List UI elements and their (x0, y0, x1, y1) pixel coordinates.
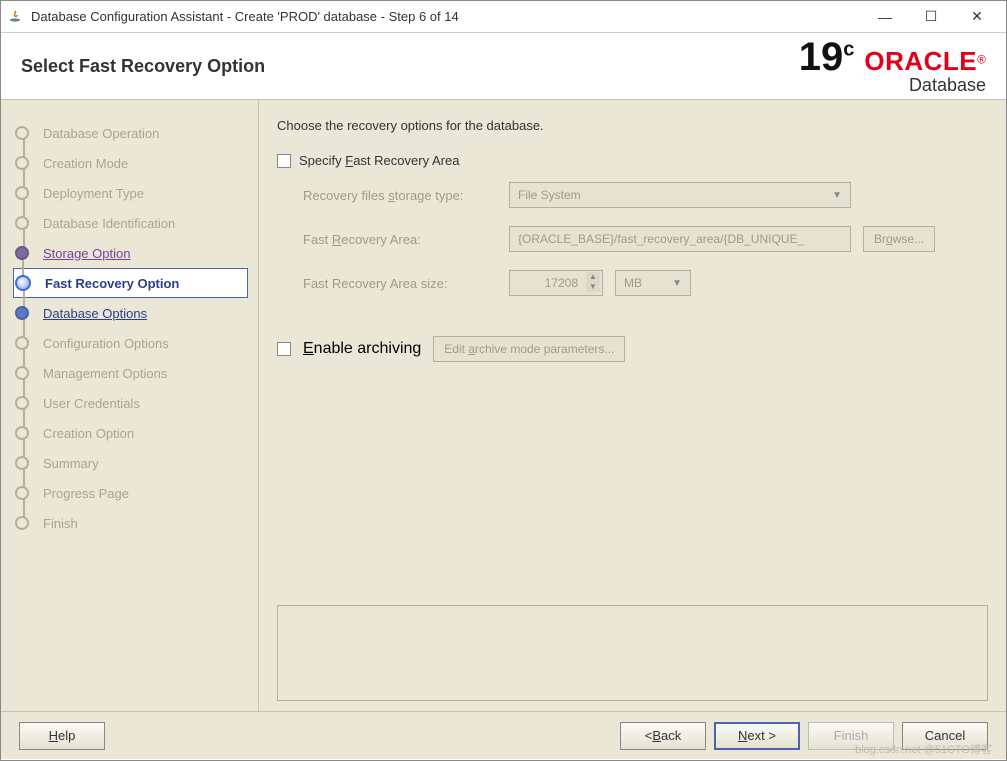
wizard-step-creation-option: Creation Option (15, 418, 248, 448)
step-bullet-icon (15, 396, 29, 410)
wizard-step-configuration-options: Configuration Options (15, 328, 248, 358)
wizard-sidebar: Database Operation Creation Mode Deploymen… (1, 100, 259, 711)
wizard-step-database-operation: Database Operation (15, 118, 248, 148)
step-label: Fast Recovery Option (45, 276, 179, 291)
specify-fra-label: Specify Fast Recovery Area (299, 153, 459, 168)
fra-size-label: Fast Recovery Area size: (303, 276, 509, 291)
fra-settings: Recovery files storage type: File System… (277, 168, 988, 324)
step-bullet-icon (15, 126, 29, 140)
instruction-text: Choose the recovery options for the data… (277, 118, 988, 133)
enable-archiving-row: Enable archiving Edit archive mode param… (277, 336, 988, 362)
oracle-logo: ORACLE® Database (864, 48, 986, 96)
finish-button[interactable]: Finish (808, 722, 894, 750)
browse-button[interactable]: Browse... (863, 226, 935, 252)
spinner-up-icon[interactable]: ▲ (586, 272, 600, 282)
step-label: Progress Page (43, 486, 129, 501)
step-label: Storage Option (43, 246, 130, 261)
message-area (277, 605, 988, 701)
spinner-down-icon[interactable]: ▼ (586, 282, 600, 292)
step-label: Summary (43, 456, 99, 471)
step-label: Database Identification (43, 216, 175, 231)
step-bullet-icon (15, 486, 29, 500)
step-label: Creation Option (43, 426, 134, 441)
window-title: Database Configuration Assistant - Creat… (31, 9, 862, 24)
step-bullet-icon (15, 426, 29, 440)
storage-type-label: Recovery files storage type: (303, 188, 509, 203)
close-button[interactable]: ✕ (954, 3, 1000, 31)
step-bullet-icon (15, 366, 29, 380)
step-bullet-icon (15, 275, 31, 291)
step-bullet-icon (15, 516, 29, 530)
edit-archive-params-button[interactable]: Edit archive mode parameters... (433, 336, 625, 362)
enable-archiving-label: Enable archiving (303, 340, 421, 358)
back-button[interactable]: < Back (620, 722, 706, 750)
step-label: User Credentials (43, 396, 140, 411)
enable-archiving-checkbox[interactable] (277, 342, 291, 356)
window-controls: — ☐ ✕ (862, 3, 1000, 31)
wizard-step-creation-mode: Creation Mode (15, 148, 248, 178)
cancel-button[interactable]: Cancel (902, 722, 988, 750)
step-label: Database Options (43, 306, 147, 321)
chevron-down-icon: ▼ (672, 278, 682, 289)
wizard-step-storage-option[interactable]: Storage Option (15, 238, 248, 268)
spinner-controls: ▲ ▼ (586, 272, 600, 292)
wizard-step-fast-recovery-option[interactable]: Fast Recovery Option (13, 268, 248, 298)
page-title: Select Fast Recovery Option (21, 56, 265, 77)
header: Select Fast Recovery Option 19c ORACLE® … (1, 33, 1006, 99)
step-label: Deployment Type (43, 186, 144, 201)
fra-path-input[interactable]: {ORACLE_BASE}/fast_recovery_area/{DB_UNI… (509, 226, 851, 252)
wizard-step-user-credentials: User Credentials (15, 388, 248, 418)
wizard-step-management-options: Management Options (15, 358, 248, 388)
wizard-step-database-options[interactable]: Database Options (15, 298, 248, 328)
wizard-step-database-identification: Database Identification (15, 208, 248, 238)
version-number: 19c (799, 37, 855, 77)
step-bullet-icon (15, 306, 29, 320)
maximize-button[interactable]: ☐ (908, 3, 954, 31)
fra-size-spinner[interactable]: 17208 ▲ ▼ (509, 270, 603, 296)
help-button[interactable]: Help (19, 722, 105, 750)
step-bullet-icon (15, 456, 29, 470)
fra-size-unit-select[interactable]: MB ▼ (615, 270, 691, 296)
wizard-step-summary: Summary (15, 448, 248, 478)
wizard-step-finish: Finish (15, 508, 248, 538)
step-label: Creation Mode (43, 156, 128, 171)
storage-type-select[interactable]: File System ▼ (509, 182, 851, 208)
specify-fra-checkbox[interactable] (277, 154, 291, 168)
step-label: Finish (43, 516, 78, 531)
java-app-icon (7, 9, 23, 25)
wizard-step-progress-page: Progress Page (15, 478, 248, 508)
specify-fra-option[interactable]: Specify Fast Recovery Area (277, 153, 988, 168)
step-bullet-icon (15, 156, 29, 170)
step-bullet-icon (15, 336, 29, 350)
step-label: Configuration Options (43, 336, 169, 351)
step-label: Database Operation (43, 126, 159, 141)
title-bar: Database Configuration Assistant - Creat… (1, 1, 1006, 33)
content-panel: Choose the recovery options for the data… (259, 100, 1006, 711)
brand-logo: 19c ORACLE® Database (799, 37, 986, 96)
wizard-footer: Help < Back Next > Finish Cancel blog.cs… (1, 711, 1006, 759)
step-label: Management Options (43, 366, 167, 381)
step-bullet-icon (15, 246, 29, 260)
step-bullet-icon (15, 216, 29, 230)
step-bullet-icon (15, 186, 29, 200)
wizard-step-deployment-type: Deployment Type (15, 178, 248, 208)
next-button[interactable]: Next > (714, 722, 800, 750)
fra-path-label: Fast Recovery Area: (303, 232, 509, 247)
minimize-button[interactable]: — (862, 3, 908, 31)
chevron-down-icon: ▼ (832, 190, 842, 201)
main-panel: Database Operation Creation Mode Deploymen… (1, 99, 1006, 711)
